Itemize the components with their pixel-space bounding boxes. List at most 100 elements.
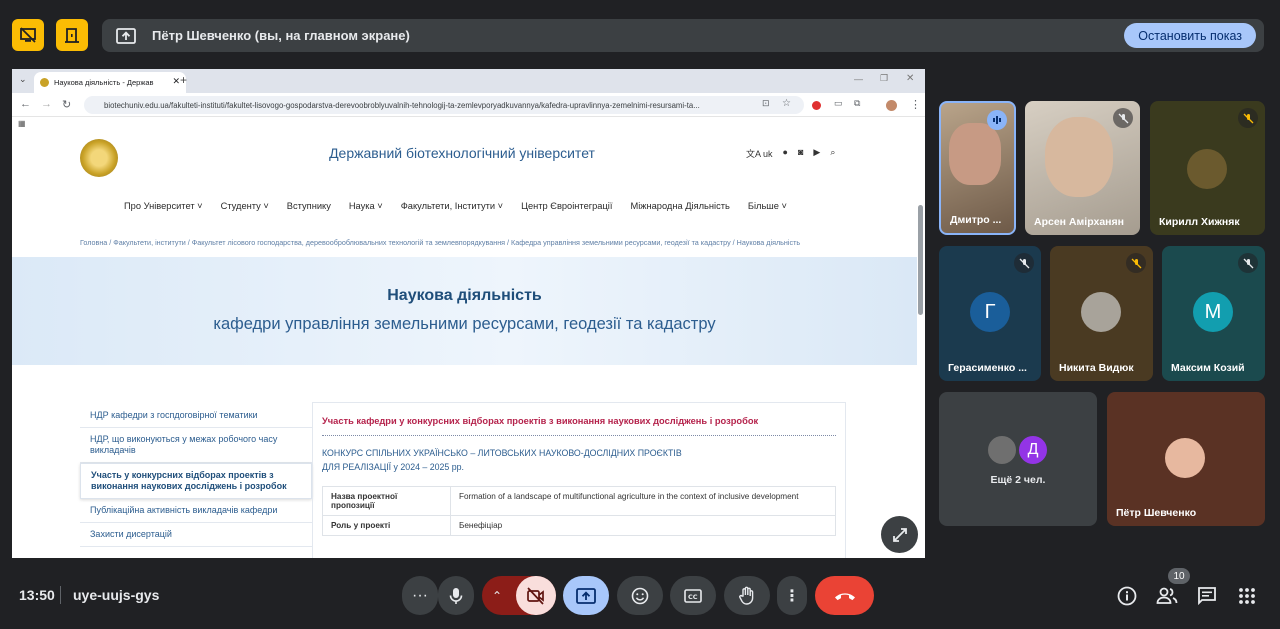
url-field[interactable]: biotechuniv.edu.ua/fakulteti-instituti/f… xyxy=(84,96,804,114)
back-icon[interactable]: ← xyxy=(20,98,31,110)
breadcrumb[interactable]: Головна / Факультети, інститути / Факуль… xyxy=(80,238,830,247)
bookmark-star-icon[interactable]: ☆ xyxy=(782,98,791,109)
menu-item[interactable]: Студенту ˅ xyxy=(221,201,269,211)
presentation-text: Пётр Шевченко (вы, на главном экране) xyxy=(152,28,410,43)
language-switch[interactable]: 文A uk xyxy=(746,147,773,160)
chevron-up-icon[interactable]: ⌃ xyxy=(492,589,502,603)
camera-button[interactable] xyxy=(516,576,556,615)
others-tile[interactable]: Д Ещё 2 чел. xyxy=(939,392,1097,526)
svg-text:CC: CC xyxy=(688,593,698,601)
stop-presenting-button[interactable]: Остановить показ xyxy=(1124,23,1256,48)
extension-icon-2[interactable]: ▭ xyxy=(834,98,843,109)
table-key: Назва проектної пропозиції xyxy=(322,486,451,516)
leave-call-button[interactable] xyxy=(815,576,874,615)
menu-item[interactable]: Більше ˅ xyxy=(748,201,787,211)
apps-grid-icon[interactable]: ▦ xyxy=(18,119,26,128)
project-table: Назва проектної пропозиції Formation of a… xyxy=(322,486,836,536)
browser-tab[interactable]: Наукова діяльність - Держав ✕ xyxy=(34,72,186,93)
screen-off-icon xyxy=(20,27,36,43)
activities-button[interactable] xyxy=(1235,584,1259,608)
participant-tile[interactable]: Никита Видюк xyxy=(1050,246,1153,381)
subheading-line: ДЛЯ РЕАЛІЗАЦІЇ у 2024 – 2025 рр. xyxy=(322,462,464,472)
expand-icon xyxy=(892,527,907,542)
menu-item[interactable]: Про Університет ˅ xyxy=(124,201,203,211)
meeting-info-button[interactable] xyxy=(1115,584,1139,608)
avatar xyxy=(1165,438,1205,478)
present-button[interactable] xyxy=(563,576,609,615)
menu-item[interactable]: Вступнику xyxy=(287,201,331,211)
menu-item[interactable]: Центр Євроінтеграції xyxy=(521,201,612,211)
self-tile[interactable]: Пётр Шевченко xyxy=(1107,392,1265,526)
participant-name: Арсен Амірханян xyxy=(1034,216,1124,228)
sidebar-item[interactable]: НДР, що виконуються у межах робочого час… xyxy=(80,428,312,463)
window-close-icon[interactable]: ✕ xyxy=(906,73,914,84)
sidebar-item[interactable]: НДР кафедри з госпдоговірної тематики xyxy=(80,404,312,428)
menu-label: Вступнику xyxy=(286,201,331,211)
participant-name: Максим Козий xyxy=(1171,362,1245,374)
translate-icon[interactable]: ⊡ xyxy=(762,98,770,109)
maximize-icon[interactable]: ❐ xyxy=(880,73,888,84)
reload-icon[interactable]: ↻ xyxy=(62,98,71,111)
tab-title: Наукова діяльність - Держав xyxy=(54,78,154,87)
menu-item[interactable]: Факультети, Інститути ˅ xyxy=(401,201,503,211)
participant-tile[interactable]: Кирилл Хижняк xyxy=(1150,101,1265,235)
participant-tile[interactable]: Г Герасименко ... xyxy=(939,246,1041,381)
search-icon[interactable]: ⌕ xyxy=(830,147,835,160)
extension-icon[interactable] xyxy=(812,101,821,110)
sidebar-menu: НДР кафедри з госпдоговірної тематики НД… xyxy=(80,404,312,547)
page-scrollbar[interactable] xyxy=(918,205,923,315)
instagram-icon[interactable]: ◙ xyxy=(798,147,803,160)
browser-menu-icon[interactable]: ⋮ xyxy=(910,98,921,111)
more-options-button[interactable]: ⋮ xyxy=(777,576,807,615)
people-button[interactable] xyxy=(1155,584,1179,608)
facebook-icon[interactable]: ● xyxy=(783,147,788,160)
avatar xyxy=(986,434,1018,466)
raise-hand-button[interactable] xyxy=(724,576,770,615)
participant-tile[interactable]: Арсен Амірханян xyxy=(1025,101,1140,235)
present-screen-icon xyxy=(116,27,136,44)
meeting-time: 13:50 xyxy=(19,587,55,603)
info-icon xyxy=(1117,586,1137,606)
people-count-badge: 10 xyxy=(1168,568,1190,584)
profile-avatar[interactable] xyxy=(886,100,897,111)
table-value: Formation of a landscape of multifunctio… xyxy=(450,486,836,516)
chat-icon xyxy=(1198,587,1216,606)
people-icon xyxy=(1156,587,1178,604)
minimize-icon[interactable]: — xyxy=(854,74,863,84)
participant-tile[interactable]: М Максим Козий xyxy=(1162,246,1265,381)
layout-button[interactable] xyxy=(56,19,88,51)
mic-off-icon xyxy=(1014,253,1034,273)
reactions-button[interactable] xyxy=(617,576,663,615)
hero-title: Наукова діяльність xyxy=(387,287,542,304)
youtube-icon[interactable]: ▶ xyxy=(813,147,820,160)
tab-close-icon[interactable]: ✕ xyxy=(172,76,180,87)
participant-tile[interactable]: Дмитро ... xyxy=(939,101,1016,235)
camera-controls[interactable]: ⌃ xyxy=(482,576,556,615)
menu-item[interactable]: Міжнародна Діяльність xyxy=(630,201,729,211)
sidebar-item-active[interactable]: Участь у конкурсних відборах проектів з … xyxy=(80,463,312,499)
participant-name: Кирилл Хижняк xyxy=(1159,216,1240,228)
menu-item[interactable]: Наука ˅ xyxy=(349,201,383,211)
hide-screen-button[interactable] xyxy=(12,19,44,51)
sidebar-item[interactable]: Захисти дисертацій xyxy=(80,523,312,547)
more-reactions-button[interactable]: ··· xyxy=(402,576,438,615)
mic-button[interactable] xyxy=(438,576,474,615)
shared-screen: ⌄ Наукова діяльність - Держав ✕ + — ❐ ✕ … xyxy=(12,69,925,558)
forward-icon[interactable]: → xyxy=(41,98,52,110)
chat-button[interactable] xyxy=(1195,584,1219,608)
site-menu: Про Університет ˅ Студенту ˅ Вступнику Н… xyxy=(124,201,787,211)
avatar: М xyxy=(1193,292,1233,332)
avatar xyxy=(1187,149,1227,189)
mic-off-icon xyxy=(1238,253,1258,273)
menu-label: Міжнародна Діяльність xyxy=(630,201,730,211)
extensions-puzzle-icon[interactable]: ⧉ xyxy=(854,98,860,109)
tab-menu-icon[interactable]: ⌄ xyxy=(19,74,27,85)
sidebar-item[interactable]: Публікаційна активність викладачів кафед… xyxy=(80,499,312,523)
captions-button[interactable]: CC xyxy=(670,576,716,615)
camera-off-icon xyxy=(527,586,544,605)
hero-subtitle: кафедри управління земельними ресурсами,… xyxy=(213,315,716,333)
fullscreen-button[interactable] xyxy=(881,516,918,553)
subheading-line: КОНКУРС СПІЛЬНИХ УКРАЇНСЬКО – ЛИТОВСЬКИХ… xyxy=(322,448,682,458)
new-tab-icon[interactable]: + xyxy=(180,73,187,87)
meeting-code[interactable]: uye-uujs-gys xyxy=(73,587,159,603)
